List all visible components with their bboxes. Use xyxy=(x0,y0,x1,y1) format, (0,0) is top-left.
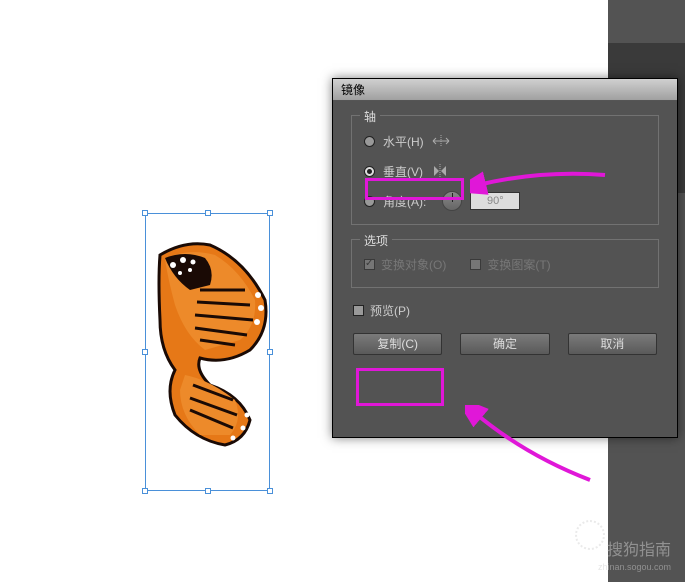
transform-pattern-label: 变换图案(T) xyxy=(487,256,550,273)
angle-dial[interactable] xyxy=(442,191,462,211)
preview-option[interactable]: 预览(P) xyxy=(353,302,659,319)
watermark-logo-icon xyxy=(575,520,605,550)
options-fieldset: 选项 变换对象(O) 变换图案(T) xyxy=(351,239,659,288)
radio-angle[interactable] xyxy=(364,196,375,207)
resize-handle[interactable] xyxy=(142,349,148,355)
options-legend: 选项 xyxy=(360,232,392,249)
vertical-label: 垂直(V) xyxy=(383,163,423,180)
angle-label: 角度(A): xyxy=(383,193,426,210)
transform-pattern-checkbox xyxy=(470,259,481,270)
horizontal-label: 水平(H) xyxy=(383,133,424,150)
axis-fieldset: 轴 水平(H) 垂直(V) 角度(A): xyxy=(351,115,659,225)
dialog-title[interactable]: 镜像 xyxy=(333,79,677,101)
angle-option[interactable]: 角度(A): xyxy=(364,192,646,210)
horizontal-option[interactable]: 水平(H) xyxy=(364,132,646,150)
radio-vertical[interactable] xyxy=(364,166,375,177)
resize-handle[interactable] xyxy=(267,210,273,216)
preview-label: 预览(P) xyxy=(370,302,410,319)
preview-checkbox[interactable] xyxy=(353,305,364,316)
resize-handle[interactable] xyxy=(142,488,148,494)
vertical-option[interactable]: 垂直(V) xyxy=(364,162,646,180)
watermark-brand: 搜狗指南 xyxy=(607,536,671,560)
transform-objects-checkbox xyxy=(364,259,375,270)
angle-input[interactable] xyxy=(470,192,520,210)
ok-button[interactable]: 确定 xyxy=(460,333,549,355)
vertical-flip-icon xyxy=(431,164,449,178)
watermark-url: zhinan.sogou.com xyxy=(598,562,671,572)
mirror-dialog: 镜像 轴 水平(H) 垂直(V) 角度(A): 选项 xyxy=(332,78,678,438)
transform-objects-label: 变换对象(O) xyxy=(381,256,446,273)
cancel-button[interactable]: 取消 xyxy=(568,333,657,355)
resize-handle[interactable] xyxy=(205,488,211,494)
copy-button[interactable]: 复制(C) xyxy=(353,333,442,355)
axis-legend: 轴 xyxy=(360,108,380,125)
resize-handle[interactable] xyxy=(205,210,211,216)
horizontal-flip-icon xyxy=(432,134,450,148)
butterfly-image xyxy=(155,240,270,450)
resize-handle[interactable] xyxy=(142,210,148,216)
radio-horizontal[interactable] xyxy=(364,136,375,147)
resize-handle[interactable] xyxy=(267,488,273,494)
